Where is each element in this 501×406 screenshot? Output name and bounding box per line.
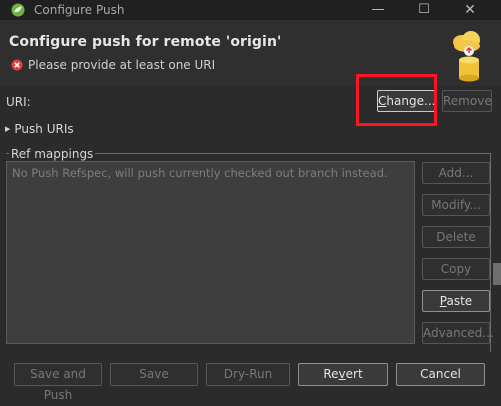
push-uris-label: Push URIs <box>14 122 74 136</box>
highlight-box <box>356 74 437 126</box>
cancel-button[interactable]: Cancel <box>396 363 485 386</box>
push-uris-expander[interactable]: ▶ Push URIs <box>5 122 74 136</box>
revert-mnemonic: v <box>338 367 346 381</box>
uri-label: URI: <box>6 95 31 109</box>
copy-button[interactable]: Copy <box>422 258 490 280</box>
revert-label-pre: Re <box>323 367 339 381</box>
expand-triangle-icon: ▶ <box>5 125 11 133</box>
add-button[interactable]: Add... <box>422 162 490 184</box>
close-window-button[interactable]: ✕ <box>447 0 493 20</box>
minimize-button[interactable]: — <box>355 0 401 20</box>
window-title: Configure Push <box>34 3 125 17</box>
paste-button[interactable]: Paste <box>422 290 490 312</box>
maximize-button[interactable]: ☐ <box>401 0 447 20</box>
push-cloud-icon <box>453 31 480 82</box>
save-button[interactable]: Save <box>110 363 198 386</box>
title-bar: Configure Push — ☐ ✕ <box>0 0 501 20</box>
revert-button[interactable]: Revert <box>298 363 388 386</box>
delete-button[interactable]: Delete <box>422 226 490 248</box>
eclipse-spring-icon <box>11 3 25 17</box>
remove-uri-button[interactable]: Remove <box>442 90 492 112</box>
error-icon <box>11 59 23 71</box>
error-message: Please provide at least one URI <box>28 58 216 72</box>
revert-label-post: ert <box>345 367 363 381</box>
modify-button[interactable]: Modify... <box>422 194 490 216</box>
ref-mappings-table[interactable]: No Push Refspec, will push currently che… <box>6 161 415 344</box>
dialog-heading: Configure push for remote 'origin' <box>9 34 282 50</box>
dry-run-button[interactable]: Dry-Run <box>206 363 290 386</box>
ref-mappings-label: Ref mappings <box>9 147 96 161</box>
advanced-button[interactable]: Advanced... <box>422 322 494 344</box>
save-and-push-button[interactable]: Save and Push <box>14 363 102 402</box>
scrollbar-thumb[interactable] <box>493 263 501 285</box>
ref-mappings-hint: No Push Refspec, will push currently che… <box>12 166 388 180</box>
group-border-right <box>490 153 491 352</box>
paste-label: aste <box>446 294 473 308</box>
paste-mnemonic: P <box>439 294 447 308</box>
